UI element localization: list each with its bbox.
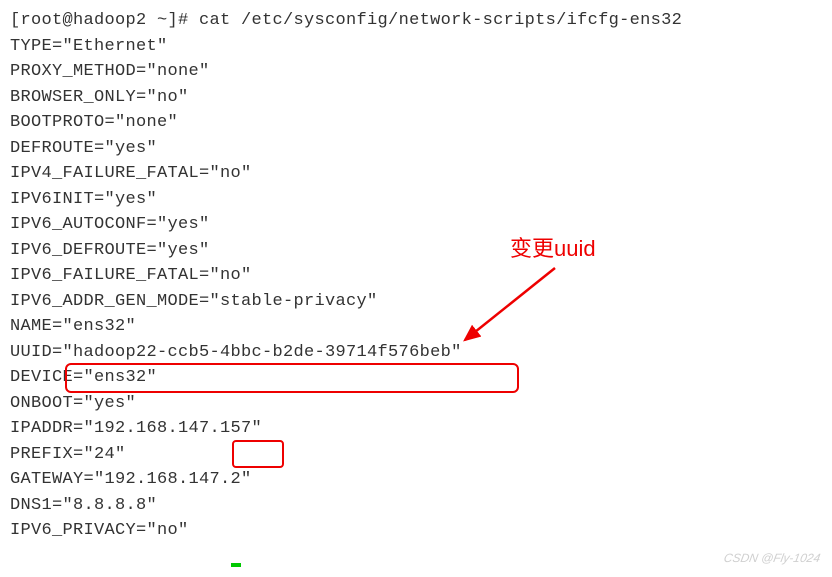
config-line: TYPE="Ethernet" — [10, 34, 822, 60]
shell-command: cat /etc/sysconfig/network-scripts/ifcfg… — [199, 11, 682, 30]
config-line: IPV6_PRIVACY="no" — [10, 518, 822, 544]
config-line: DNS1="8.8.8.8" — [10, 493, 822, 519]
config-line: GATEWAY="192.168.147.2" — [10, 467, 822, 493]
config-line: ONBOOT="yes" — [10, 391, 822, 417]
config-line: IPV4_FAILURE_FATAL="no" — [10, 161, 822, 187]
config-line: IPV6INIT="yes" — [10, 187, 822, 213]
config-line-ipaddr: IPADDR="192.168.147.157" — [10, 416, 822, 442]
config-line: PROXY_METHOD="none" — [10, 59, 822, 85]
config-line: PREFIX="24" — [10, 442, 822, 468]
config-line: IPV6_AUTOCONF="yes" — [10, 212, 822, 238]
cursor-icon — [231, 563, 241, 567]
cursor-line — [10, 544, 822, 570]
config-line: BOOTPROTO="none" — [10, 110, 822, 136]
config-line: NAME="ens32" — [10, 314, 822, 340]
shell-prompt: [root@hadoop2 ~]# — [10, 11, 199, 30]
config-line: DEVICE="ens32" — [10, 365, 822, 391]
config-line: BROWSER_ONLY="no" — [10, 85, 822, 111]
terminal-command-line: [root@hadoop2 ~]# cat /etc/sysconfig/net… — [10, 8, 822, 34]
config-line: IPV6_DEFROUTE="yes" — [10, 238, 822, 264]
config-line: DEFROUTE="yes" — [10, 136, 822, 162]
config-line-uuid: UUID="hadoop22-ccb5-4bbc-b2de-39714f576b… — [10, 340, 822, 366]
config-line: IPV6_FAILURE_FATAL="no" — [10, 263, 822, 289]
config-line: IPV6_ADDR_GEN_MODE="stable-privacy" — [10, 289, 822, 315]
